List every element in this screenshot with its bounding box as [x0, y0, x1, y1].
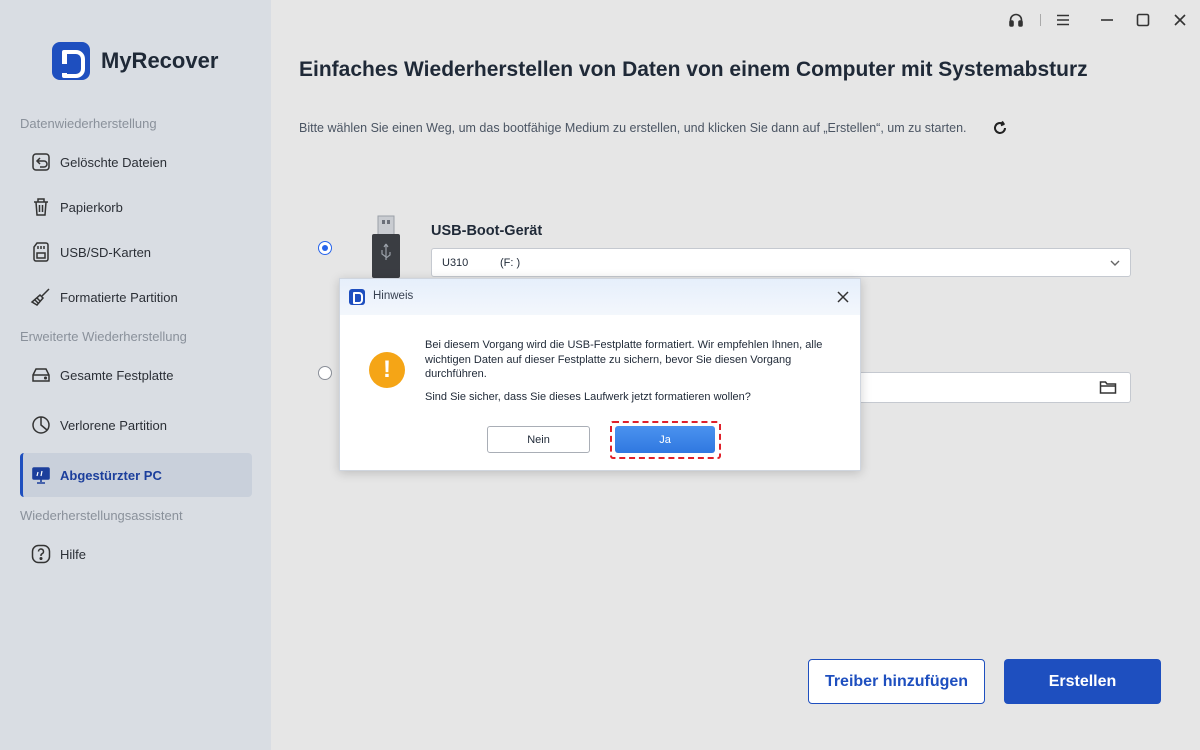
- iso-path-input[interactable]: [840, 372, 1131, 403]
- dialog-header: Hinweis: [340, 279, 860, 315]
- broom-icon: [30, 286, 52, 308]
- help-icon: [30, 543, 52, 565]
- notice-dialog: Hinweis ! Bei diesem Vorgang wird die US…: [339, 278, 861, 471]
- close-window-icon[interactable]: [1170, 10, 1190, 30]
- window-controls-divider: [1040, 14, 1041, 26]
- create-button[interactable]: Erstellen: [1004, 659, 1161, 704]
- sidebar-item-label: Verlorene Partition: [60, 417, 167, 433]
- section-title-advanced-recovery: Erweiterte Wiederherstellung: [20, 329, 187, 344]
- no-button[interactable]: Nein: [487, 426, 590, 453]
- sidebar-item-label: Hilfe: [60, 546, 87, 562]
- chevron-down-icon: [1110, 260, 1120, 266]
- sidebar-item-whole-disk[interactable]: Gesamte Festplatte: [20, 353, 252, 397]
- warning-icon: !: [369, 352, 405, 388]
- dialog-message: Bei diesem Vorgang wird die USB-Festplat…: [425, 339, 823, 380]
- section-title-recovery-assistant: Wiederherstellungsassistent: [20, 508, 183, 523]
- sidebar: MyRecover Datenwiederherstellung Gelösch…: [0, 0, 271, 750]
- sd-card-icon: [30, 241, 52, 263]
- sidebar-item-lost-partition[interactable]: Verlorene Partition: [20, 403, 252, 447]
- hard-drive-icon: [30, 364, 52, 386]
- sidebar-item-help[interactable]: Hilfe: [20, 532, 252, 576]
- sidebar-item-label: USB/SD-Karten: [60, 244, 152, 260]
- usb-device-select[interactable]: U310 (F: ): [431, 248, 1131, 277]
- add-driver-button[interactable]: Treiber hinzufügen: [808, 659, 985, 704]
- dialog-confirm-question: Sind Sie sicher, dass Sie dieses Laufwer…: [425, 391, 751, 403]
- yes-button[interactable]: Ja: [615, 426, 715, 453]
- sidebar-item-usb-sd[interactable]: USB/SD-Karten: [20, 230, 252, 274]
- sidebar-item-recycle-bin[interactable]: Papierkorb: [20, 185, 252, 229]
- headset-icon[interactable]: [1006, 10, 1026, 30]
- app-logo: MyRecover: [52, 42, 218, 80]
- myrecover-logo-icon: [349, 289, 365, 305]
- refresh-icon[interactable]: [991, 119, 1009, 137]
- folder-icon[interactable]: [1099, 379, 1117, 395]
- yes-button-highlight: Ja: [610, 421, 721, 459]
- usb-drive-icon: [372, 215, 400, 278]
- usb-boot-label: USB-Boot-Gerät: [431, 223, 543, 239]
- sidebar-item-formatted-partition[interactable]: Formatierte Partition: [20, 275, 252, 319]
- sidebar-item-label: Gesamte Festplatte: [60, 367, 174, 383]
- page-subtitle: Bitte wählen Sie einen Weg, um das bootf…: [299, 121, 967, 135]
- section-title-data-recovery: Datenwiederherstellung: [20, 116, 157, 131]
- crashed-pc-icon: [30, 464, 52, 486]
- device-letter: (F: ): [500, 256, 521, 269]
- sidebar-item-label: Formatierte Partition: [60, 289, 178, 305]
- usb-boot-radio[interactable]: [318, 241, 332, 255]
- undo-file-icon: [30, 151, 52, 173]
- menu-icon[interactable]: [1053, 10, 1073, 30]
- app-name: MyRecover: [101, 48, 219, 73]
- page-title: Einfaches Wiederherstellen von Daten von…: [299, 58, 1088, 81]
- iso-export-radio[interactable]: [318, 366, 332, 380]
- dialog-title: Hinweis: [373, 290, 414, 302]
- device-name: U310: [442, 256, 469, 269]
- partition-icon: [30, 414, 52, 436]
- myrecover-logo-icon: [52, 42, 90, 80]
- sidebar-item-label: Papierkorb: [60, 199, 123, 215]
- sidebar-item-crashed-pc[interactable]: Abgestürzter PC: [20, 453, 252, 497]
- trash-icon: [30, 196, 52, 218]
- sidebar-item-deleted-files[interactable]: Gelöschte Dateien: [20, 140, 252, 184]
- minimize-icon[interactable]: [1097, 10, 1117, 30]
- sidebar-item-label: Abgestürzter PC: [60, 467, 162, 483]
- maximize-icon[interactable]: [1133, 10, 1153, 30]
- dialog-close-icon[interactable]: [836, 290, 850, 304]
- sidebar-item-label: Gelöschte Dateien: [60, 154, 167, 170]
